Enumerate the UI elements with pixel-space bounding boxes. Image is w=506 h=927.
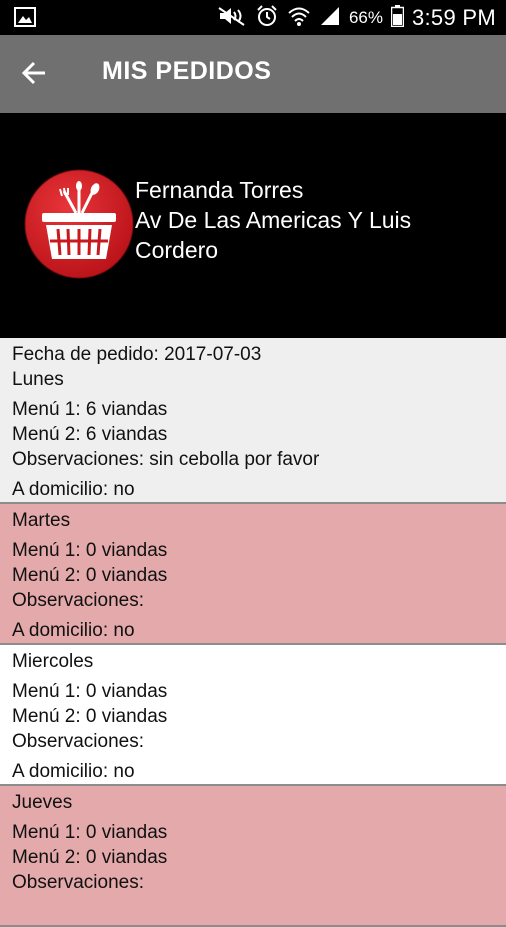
page-title: MIS PEDIDOS [102,57,272,85]
mute-icon [217,5,247,31]
status-bar: 66% 3:59 PM [0,0,506,35]
delivery [12,900,494,925]
menu1-count: Menú 1: 6 viandas [12,399,168,420]
profile-info: Fernanda Torres Av De Las Americas Y Lui… [135,175,411,265]
order-date: Fecha de pedido: 2017-07-03 [12,344,262,365]
observations: Observaciones: [12,872,145,893]
order-day-card[interactable]: Fecha de pedido: 2017-07-03 Lunes Menú 1… [0,338,506,504]
observations: Observaciones: [12,590,145,611]
orders-list: Fecha de pedido: 2017-07-03 Lunes Menú 1… [0,338,506,927]
customer-address-line2: Cordero [135,237,219,263]
menu1-count: Menú 1: 0 viandas [12,681,168,702]
menu2-count: Menú 2: 6 viandas [12,424,168,445]
order-day-card[interactable]: Miercoles Menú 1: 0 viandas Menú 2: 0 vi… [0,645,506,786]
alarm-icon [255,4,279,32]
delivery: A domicilio: no [12,761,135,782]
battery-icon [390,4,405,31]
menu1-count: Menú 1: 0 viandas [12,822,168,843]
back-button[interactable] [14,55,54,95]
arrow-back-icon [21,60,47,90]
customer-address-line1: Av De Las Americas Y Luis [135,207,412,233]
order-day-card[interactable]: Martes Menú 1: 0 viandas Menú 2: 0 viand… [0,504,506,645]
delivery: A domicilio: no [12,620,135,641]
delivery: A domicilio: no [12,479,135,500]
observations: Observaciones: sin cebolla por favor [12,449,320,470]
wifi-icon [287,5,311,31]
basket-logo-icon [24,169,134,279]
day-name: Jueves [12,792,73,813]
profile-header: Fernanda Torres Av De Las Americas Y Lui… [0,113,506,338]
day-name: Martes [12,510,71,531]
order-day-card[interactable]: Jueves Menú 1: 0 viandas Menú 2: 0 viand… [0,786,506,927]
observations: Observaciones: [12,731,145,752]
day-name: Lunes [12,369,64,390]
app-toolbar: MIS PEDIDOS [0,35,506,113]
menu2-count: Menú 2: 0 viandas [12,565,168,586]
status-icons: 66% 3:59 PM [217,0,496,35]
menu2-count: Menú 2: 0 viandas [12,706,168,727]
menu2-count: Menú 2: 0 viandas [12,847,168,868]
battery-percent: 66% [348,7,383,27]
customer-name: Fernanda Torres [135,177,304,203]
status-time: 3:59 PM [411,4,496,30]
signal-icon [319,5,341,31]
menu1-count: Menú 1: 0 viandas [12,540,168,561]
day-name: Miercoles [12,651,94,672]
image-notification-icon [14,7,36,31]
